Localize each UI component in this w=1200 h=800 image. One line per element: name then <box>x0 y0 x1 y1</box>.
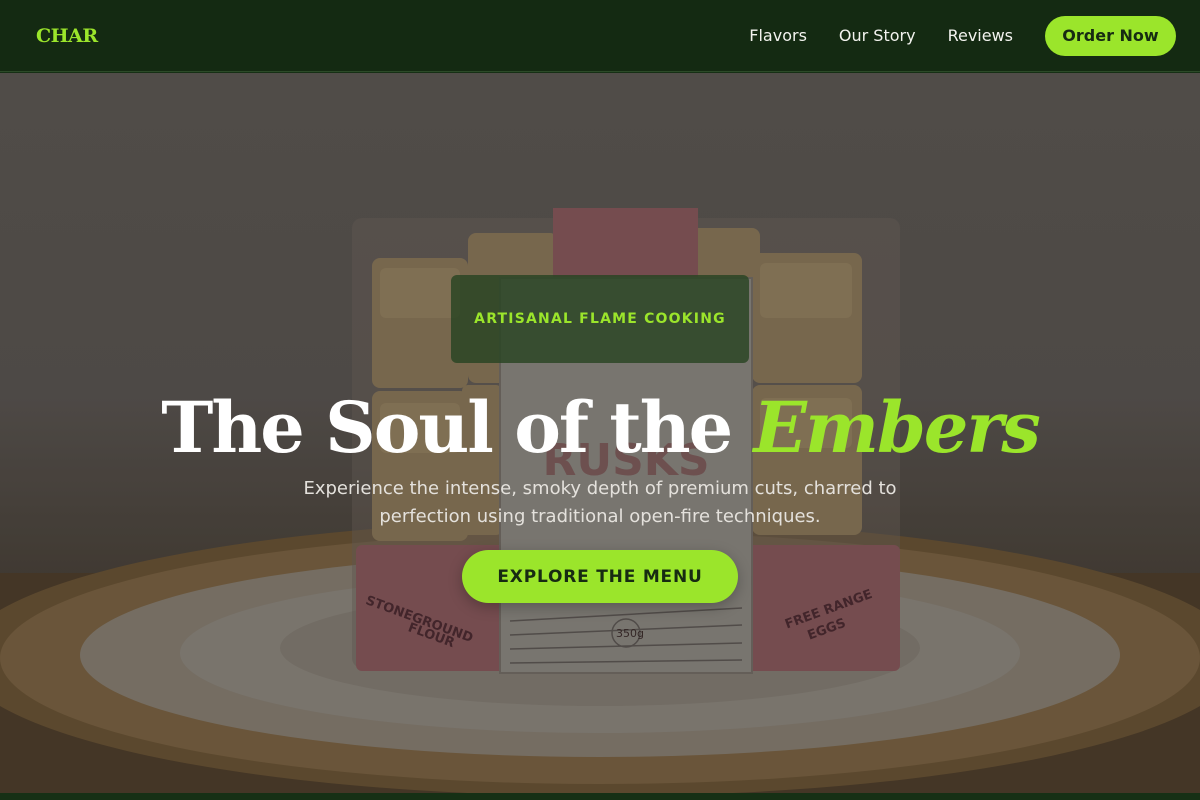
nav-link-reviews[interactable]: Reviews <box>948 26 1013 45</box>
hero-tagline-box: ARTISANAL FLAME COOKING <box>451 275 749 363</box>
nav-link-our-story[interactable]: Our Story <box>839 26 916 45</box>
hero-headline: The Soul of the Embers <box>0 383 1200 473</box>
brand-logo[interactable]: CHAR <box>36 25 98 47</box>
order-now-button[interactable]: Order Now <box>1045 15 1176 56</box>
explore-menu-button[interactable]: EXPLORE THE MENU <box>462 550 738 603</box>
hero-tagline: ARTISANAL FLAME COOKING <box>474 311 726 327</box>
hero-subtitle: Experience the intense, smoky depth of p… <box>303 478 897 527</box>
top-navbar: CHAR Flavors Our Story Reviews Order Now <box>0 0 1200 72</box>
hero-section: RUSKS STONEGROUND FLOUR FREE RANGE EGGS … <box>0 73 1200 793</box>
nav-link-flavors[interactable]: Flavors <box>749 26 807 45</box>
nav-menu: Flavors Our Story Reviews Order Now <box>749 15 1176 56</box>
section-divider <box>0 793 1200 800</box>
hero-headline-accent: Embers <box>753 386 1041 469</box>
hero-headline-main: The Soul of the <box>161 386 754 469</box>
